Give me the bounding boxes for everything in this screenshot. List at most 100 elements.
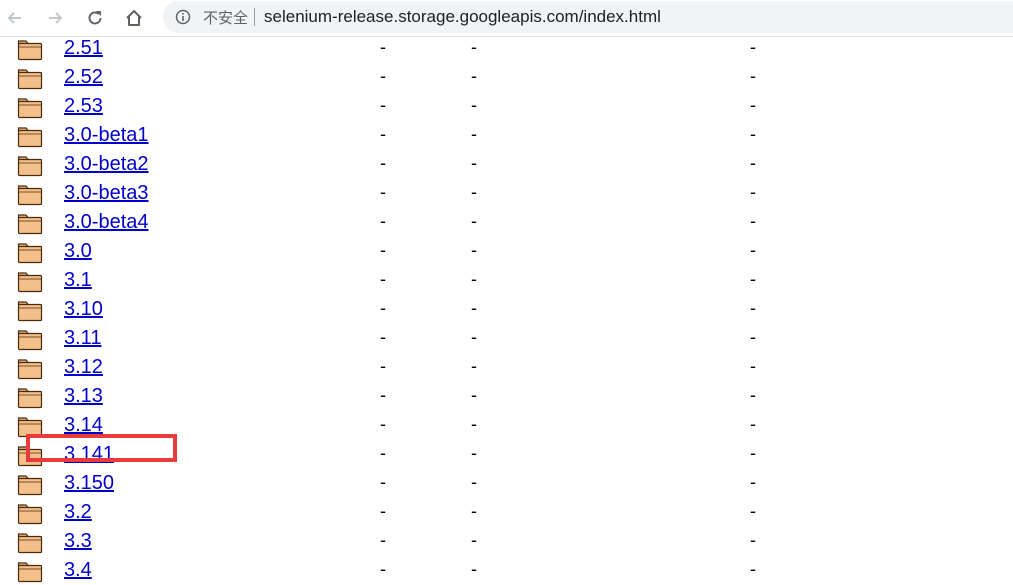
list-item: 2.51 - - - [0, 34, 1013, 63]
folder-icon [17, 359, 43, 380]
etag-cell: - [750, 95, 756, 115]
modified-cell: - [380, 559, 386, 579]
modified-cell: - [380, 443, 386, 463]
list-item: 3.4 - - - [0, 556, 1013, 585]
etag-cell: - [750, 356, 756, 376]
forward-button[interactable] [41, 4, 69, 32]
etag-cell: - [750, 530, 756, 550]
folder-link[interactable]: 3.0 [64, 239, 92, 263]
folder-icon [17, 562, 43, 583]
folder-icon [17, 156, 43, 177]
etag-cell: - [750, 559, 756, 579]
modified-cell: - [380, 269, 386, 289]
modified-cell: - [380, 37, 386, 57]
folder-icon [17, 330, 43, 351]
size-cell: - [471, 443, 477, 463]
browser-toolbar: 不安全 selenium-release.storage.googleapis.… [0, 0, 1013, 37]
folder-icon [17, 185, 43, 206]
modified-cell: - [380, 124, 386, 144]
reload-icon [88, 11, 102, 25]
folder-link[interactable]: 2.52 [64, 65, 103, 89]
folder-icon [17, 533, 43, 554]
list-item: 3.13 - - - [0, 382, 1013, 411]
folder-link[interactable]: 3.2 [64, 500, 92, 524]
folder-icon [17, 301, 43, 322]
list-item: 3.0-beta1 - - - [0, 121, 1013, 150]
folder-link[interactable]: 3.4 [64, 558, 92, 582]
etag-cell: - [750, 472, 756, 492]
security-label[interactable]: 不安全 [203, 7, 248, 28]
modified-cell: - [380, 298, 386, 318]
folder-icon [17, 40, 43, 61]
arrow-left-icon [7, 12, 21, 24]
address-bar[interactable]: 不安全 selenium-release.storage.googleapis.… [163, 1, 1013, 33]
size-cell: - [471, 559, 477, 579]
size-cell: - [471, 37, 477, 57]
folder-link[interactable]: 3.0-beta3 [64, 181, 149, 205]
modified-cell: - [380, 153, 386, 173]
folder-link[interactable]: 3.12 [64, 355, 103, 379]
back-button[interactable] [1, 4, 29, 32]
home-icon [126, 10, 142, 26]
folder-icon [17, 127, 43, 148]
etag-cell: - [750, 443, 756, 463]
etag-cell: - [750, 66, 756, 86]
list-item: 3.0-beta4 - - - [0, 208, 1013, 237]
modified-cell: - [380, 240, 386, 260]
folder-link[interactable]: 3.3 [64, 529, 92, 553]
folder-link[interactable]: 3.10 [64, 297, 103, 321]
list-item: 3.0-beta2 - - - [0, 150, 1013, 179]
list-item: 2.52 - - - [0, 63, 1013, 92]
folder-link[interactable]: 2.53 [64, 94, 103, 118]
etag-cell: - [750, 240, 756, 260]
folder-link[interactable]: 3.0-beta4 [64, 210, 149, 234]
list-item: 3.11 - - - [0, 324, 1013, 353]
folder-link[interactable]: 3.13 [64, 384, 103, 408]
list-item: 3.2 - - - [0, 498, 1013, 527]
etag-cell: - [750, 269, 756, 289]
folder-icon [17, 504, 43, 525]
modified-cell: - [380, 414, 386, 434]
folder-link[interactable]: 3.0-beta2 [64, 152, 149, 176]
etag-cell: - [750, 153, 756, 173]
list-item: 3.0 - - - [0, 237, 1013, 266]
folder-icon [17, 69, 43, 90]
size-cell: - [471, 124, 477, 144]
reload-button[interactable] [81, 4, 109, 32]
etag-cell: - [750, 327, 756, 347]
size-cell: - [471, 269, 477, 289]
etag-cell: - [750, 37, 756, 57]
modified-cell: - [380, 530, 386, 550]
url-text[interactable]: selenium-release.storage.googleapis.com/… [264, 7, 661, 27]
modified-cell: - [380, 356, 386, 376]
folder-link[interactable]: 3.150 [64, 471, 114, 495]
size-cell: - [471, 530, 477, 550]
size-cell: - [471, 472, 477, 492]
etag-cell: - [750, 211, 756, 231]
modified-cell: - [380, 66, 386, 86]
folder-icon [17, 243, 43, 264]
etag-cell: - [750, 182, 756, 202]
modified-cell: - [380, 211, 386, 231]
folder-link[interactable]: 3.0-beta1 [64, 123, 149, 147]
list-item: 2.53 - - - [0, 92, 1013, 121]
address-separator [254, 8, 256, 26]
folder-link[interactable]: 3.11 [64, 326, 101, 350]
size-cell: - [471, 298, 477, 318]
info-icon[interactable] [175, 9, 191, 25]
list-item: 3.12 - - - [0, 353, 1013, 382]
list-item: 3.1 - - - [0, 266, 1013, 295]
folder-link[interactable]: 2.51 [64, 36, 103, 60]
size-cell: - [471, 153, 477, 173]
etag-cell: - [750, 385, 756, 405]
highlight-annotation [26, 434, 177, 462]
size-cell: - [471, 501, 477, 521]
list-item: 3.0-beta3 - - - [0, 179, 1013, 208]
home-button[interactable] [120, 4, 148, 32]
folder-link[interactable]: 3.1 [64, 268, 92, 292]
etag-cell: - [750, 124, 756, 144]
folder-icon [17, 98, 43, 119]
modified-cell: - [380, 501, 386, 521]
modified-cell: - [380, 385, 386, 405]
folder-icon [17, 214, 43, 235]
